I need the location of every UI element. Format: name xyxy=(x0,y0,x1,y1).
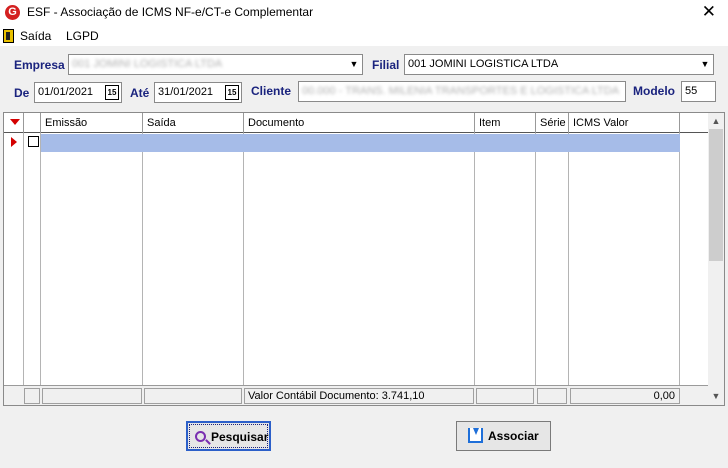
row-indicator-icon xyxy=(11,137,17,147)
column-divider xyxy=(243,133,244,385)
cliente-field[interactable]: 00.000 - TRANS. MILENIA TRANSPORTES E LO… xyxy=(298,81,626,102)
de-date-value: 01/01/2021 xyxy=(38,86,94,98)
close-icon[interactable]: ✕ xyxy=(702,2,716,22)
window-title: ESF - Associação de ICMS NF-e/CT-e Compl… xyxy=(27,5,314,19)
pesquisar-button-label: Pesquisar xyxy=(211,430,269,444)
modelo-label: Modelo xyxy=(633,84,675,98)
column-divider xyxy=(23,133,24,385)
menu-bar: Saída LGPD xyxy=(0,26,728,46)
scroll-down-icon[interactable]: ▼ xyxy=(711,392,721,401)
ate-label: Até xyxy=(130,86,150,100)
app-logo-icon: G xyxy=(5,5,20,20)
column-header-icms-valor[interactable]: ICMS Valor xyxy=(569,113,680,133)
footer-cell xyxy=(144,388,242,404)
grid-header-check[interactable] xyxy=(24,113,41,133)
modelo-field[interactable]: 55 xyxy=(681,81,716,102)
pesquisar-button[interactable]: Pesquisar xyxy=(186,421,271,451)
empresa-value: 001 JOMINI LOGISTICA LTDA xyxy=(72,58,223,70)
calendar-icon[interactable]: 15 xyxy=(225,85,239,100)
column-divider xyxy=(474,133,475,385)
search-icon xyxy=(195,431,206,442)
column-header-serie[interactable]: Série xyxy=(536,113,569,133)
footer-cell xyxy=(537,388,567,404)
row-selection[interactable] xyxy=(41,134,680,152)
exit-door-icon[interactable] xyxy=(3,29,14,43)
associar-button[interactable]: Associar xyxy=(456,421,551,451)
chevron-down-icon[interactable]: ▼ xyxy=(697,55,713,74)
footer-cell xyxy=(24,388,40,404)
cliente-value: 00.000 - TRANS. MILENIA TRANSPORTES E LO… xyxy=(302,85,620,97)
filial-value: 001 JOMINI LOGISTICA LTDA xyxy=(408,58,559,70)
column-divider xyxy=(142,133,143,385)
column-header-saida[interactable]: Saída xyxy=(143,113,244,133)
column-divider xyxy=(535,133,536,385)
grid-vertical-scrollbar[interactable]: ▲ ▼ xyxy=(708,113,724,405)
empresa-label: Empresa xyxy=(14,58,65,72)
column-header-emissao[interactable]: Emissão xyxy=(41,113,143,133)
de-label: De xyxy=(14,86,30,100)
title-bar: G ESF - Associação de ICMS NF-e/CT-e Com… xyxy=(0,0,728,26)
empresa-select[interactable]: 001 JOMINI LOGISTICA LTDA ▼ xyxy=(68,54,363,75)
cliente-label: Cliente xyxy=(251,84,292,98)
sort-icon xyxy=(10,119,20,125)
grid-header-sort[interactable] xyxy=(4,113,24,133)
footer-cell xyxy=(42,388,142,404)
scroll-up-icon[interactable]: ▲ xyxy=(711,117,721,126)
associar-button-label: Associar xyxy=(488,429,539,443)
column-divider xyxy=(40,133,41,385)
associate-icon xyxy=(468,428,483,443)
footer-cell xyxy=(476,388,534,404)
column-divider xyxy=(568,133,569,385)
ate-date-value: 31/01/2021 xyxy=(158,86,214,98)
column-header-item[interactable]: Item xyxy=(475,113,536,133)
scrollbar-thumb[interactable] xyxy=(709,129,723,261)
filial-select[interactable]: 001 JOMINI LOGISTICA LTDA ▼ xyxy=(404,54,714,75)
column-header-documento[interactable]: Documento xyxy=(244,113,475,133)
grid-footer: Valor Contábil Documento: 3.741,10 0,00 xyxy=(4,385,710,405)
column-divider xyxy=(679,133,680,385)
footer-documento-total: Valor Contábil Documento: 3.741,10 xyxy=(244,388,474,404)
row-checkbox[interactable] xyxy=(28,136,39,147)
menu-item-lgpd[interactable]: LGPD xyxy=(66,29,99,43)
filial-label: Filial xyxy=(372,58,400,72)
menu-item-saida[interactable]: Saída xyxy=(20,29,51,43)
de-date-field[interactable]: 01/01/2021 15 xyxy=(34,82,122,103)
footer-icms-total: 0,00 xyxy=(570,388,680,404)
grid-header: Emissão Saída Documento Item Série ICMS … xyxy=(4,113,710,133)
ate-date-field[interactable]: 31/01/2021 15 xyxy=(154,82,242,103)
calendar-icon[interactable]: 15 xyxy=(105,85,119,100)
modelo-value: 55 xyxy=(685,85,698,97)
documents-grid[interactable]: Emissão Saída Documento Item Série ICMS … xyxy=(3,112,725,406)
chevron-down-icon[interactable]: ▼ xyxy=(346,55,362,74)
table-row[interactable] xyxy=(4,133,710,152)
